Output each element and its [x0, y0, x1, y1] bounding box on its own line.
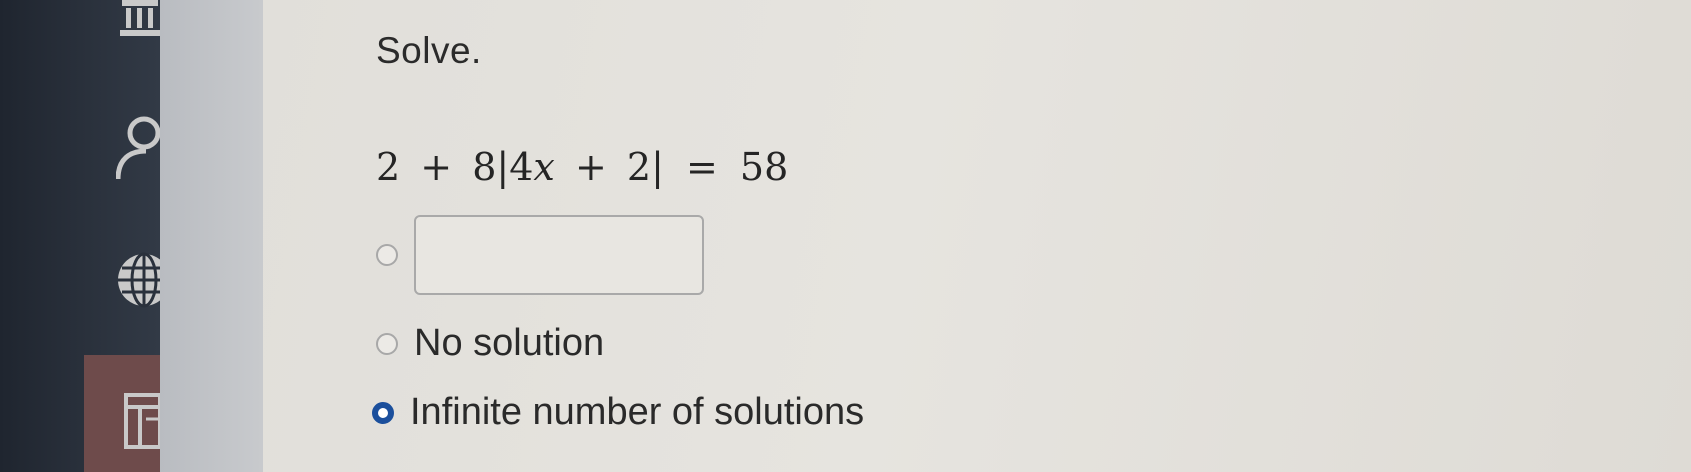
eq-plus-sign: + [420, 145, 453, 189]
globe-icon[interactable] [114, 250, 160, 310]
radio-infinite-solutions[interactable] [372, 401, 394, 424]
option-infinite-solutions[interactable]: Infinite number of solutions [372, 391, 864, 434]
option-no-solution[interactable]: No solution [376, 322, 604, 365]
eq-coefficient: 8 [472, 145, 497, 189]
radio-answer-input[interactable] [376, 244, 398, 266]
eq-plus-sign-inner: + [574, 145, 607, 189]
radio-no-solution[interactable] [376, 332, 398, 355]
option-infinite-solutions-label: Infinite number of solutions [410, 391, 865, 433]
equation: 2 + 8|4x + 2| = 58 [376, 145, 788, 189]
bank-icon[interactable] [118, 0, 162, 40]
user-icon[interactable] [116, 115, 160, 181]
eq-abs-open: | [496, 145, 510, 189]
eq-variable: x [533, 145, 555, 189]
app-sidebar [0, 0, 160, 472]
sidebar-divider-strip [160, 0, 263, 472]
option-answer-input-row [376, 215, 704, 295]
eq-inner-coeff: 4 [509, 145, 534, 189]
eq-equals-sign: = [685, 145, 718, 189]
question-prompt: Solve. [376, 30, 482, 71]
answer-input[interactable] [414, 215, 704, 295]
eq-rhs: 58 [739, 145, 789, 189]
option-no-solution-label: No solution [414, 322, 605, 364]
gradebook-icon [124, 393, 160, 449]
eq-abs-close: | [651, 145, 664, 189]
eq-inner-const: 2 [626, 145, 652, 189]
sidebar-item-active[interactable] [84, 355, 160, 472]
eq-constant-left: 2 [376, 145, 401, 189]
